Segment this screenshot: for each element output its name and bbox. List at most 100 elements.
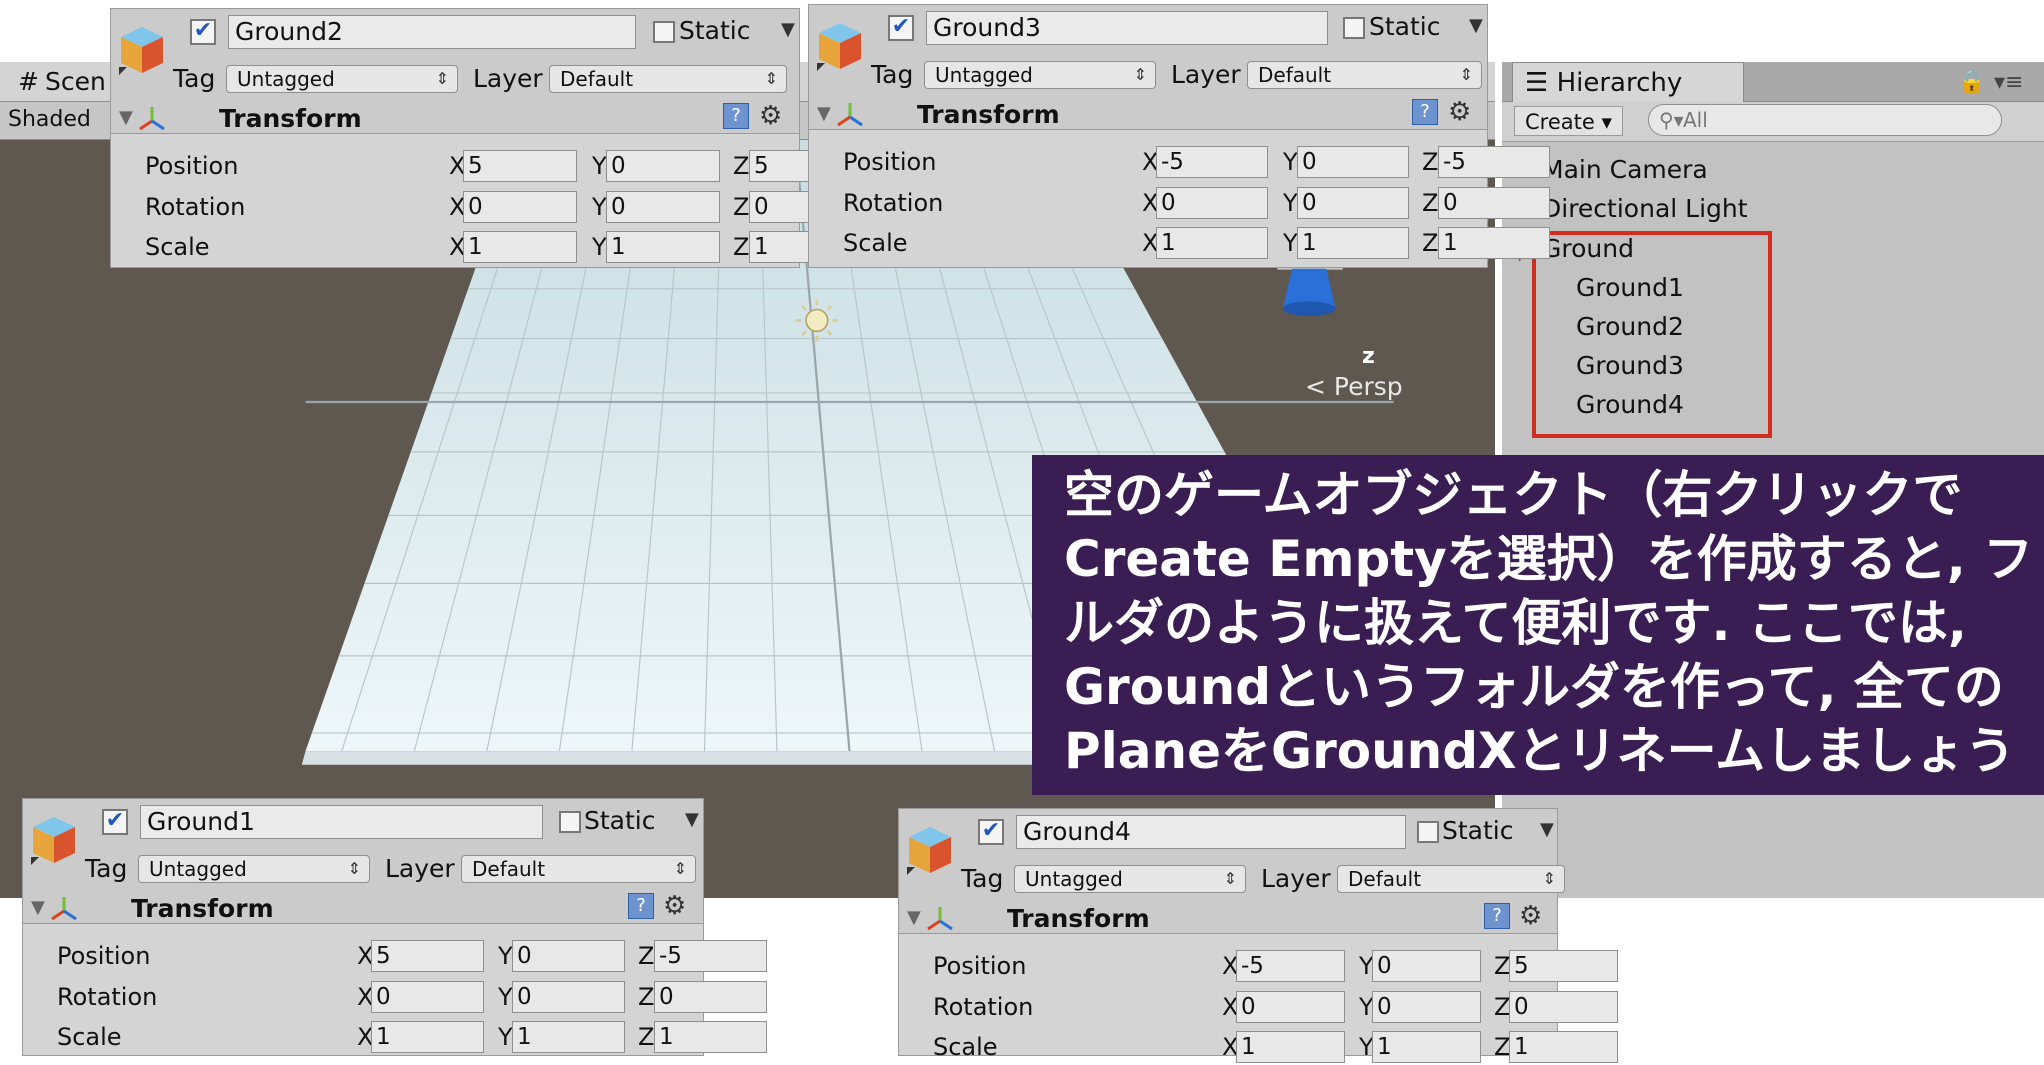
transform-header[interactable]: ▼ Transform ? ⚙ xyxy=(111,101,799,137)
rotation-label: Rotation xyxy=(843,189,944,217)
rotation-y-field[interactable]: 0 xyxy=(606,191,720,223)
collapse-arrow-icon[interactable]: ▼ xyxy=(907,907,921,928)
object-name-field[interactable]: Ground4 xyxy=(1016,815,1406,849)
help-icon[interactable]: ? xyxy=(723,103,749,129)
panel-menu-icon[interactable]: ▾≡ xyxy=(1994,70,2023,95)
gear-icon[interactable]: ⚙ xyxy=(1448,97,1471,127)
collapse-arrow-icon[interactable]: ▼ xyxy=(817,103,831,124)
tag-dropdown[interactable]: Untagged ⇕ xyxy=(1014,865,1246,893)
position-y-field[interactable]: 0 xyxy=(1297,146,1409,178)
position-z-field[interactable]: -5 xyxy=(654,940,767,972)
position-y-field[interactable]: 0 xyxy=(512,940,625,972)
scale-z-field[interactable]: 1 xyxy=(1509,1031,1618,1063)
scale-x-field[interactable]: 1 xyxy=(1236,1031,1345,1063)
position-y-field[interactable]: 0 xyxy=(1372,950,1481,982)
static-checkbox[interactable] xyxy=(1417,821,1439,843)
rotation-y-field[interactable]: 0 xyxy=(1372,991,1481,1023)
object-name-field[interactable]: Ground3 xyxy=(926,11,1328,45)
hierarchy-item-directional-light[interactable]: Directional Light xyxy=(1542,194,1748,223)
tag-value: Untagged xyxy=(237,67,335,91)
tag-dropdown[interactable]: Untagged ⇕ xyxy=(226,65,458,93)
scale-z-field[interactable]: 1 xyxy=(654,1021,767,1053)
rotation-x-field[interactable]: 0 xyxy=(371,981,484,1013)
create-button[interactable]: Create ▾ xyxy=(1514,106,1624,136)
dropdown-arrow-icon: ▾ xyxy=(1601,110,1613,134)
position-z-field[interactable]: -5 xyxy=(1438,146,1550,178)
y-axis-label: Y xyxy=(1283,189,1298,217)
static-dropdown-icon[interactable]: ▼ xyxy=(781,19,795,40)
transform-header[interactable]: ▼ Transform ? ⚙ xyxy=(809,97,1487,133)
hierarchy-item-main-camera[interactable]: Main Camera xyxy=(1542,155,1708,184)
tab-hierarchy[interactable]: ☰ Hierarchy xyxy=(1512,62,1744,102)
object-name-field[interactable]: Ground1 xyxy=(140,805,543,839)
scale-z-field[interactable]: 1 xyxy=(1438,227,1550,259)
transform-rotation-row: Rotation X 0 Y 0 Z 0 xyxy=(809,187,1550,221)
rotation-z-field[interactable]: 0 xyxy=(654,981,767,1013)
rotation-x-field[interactable]: 0 xyxy=(1156,187,1268,219)
help-icon[interactable]: ? xyxy=(1484,903,1510,929)
position-z-field[interactable]: 5 xyxy=(1509,950,1618,982)
rotation-z-field[interactable]: 0 xyxy=(1438,187,1550,219)
static-checkbox[interactable] xyxy=(653,21,675,43)
caption-line: Groundというフォルダを作って, 全ての xyxy=(1064,658,2004,716)
collapse-arrow-icon[interactable]: ▼ xyxy=(119,107,133,128)
static-checkbox[interactable] xyxy=(1343,17,1365,39)
rotation-x-field[interactable]: 0 xyxy=(1236,991,1345,1023)
position-x-field[interactable]: 5 xyxy=(371,940,484,972)
rotation-y-field[interactable]: 0 xyxy=(1297,187,1409,219)
gear-icon[interactable]: ⚙ xyxy=(759,101,782,131)
scale-x-field[interactable]: 1 xyxy=(463,231,577,263)
static-dropdown-icon[interactable]: ▼ xyxy=(1540,819,1554,840)
z-axis-label: Z xyxy=(1494,1033,1511,1061)
transform-header[interactable]: ▼ Transform ? ⚙ xyxy=(899,901,1557,937)
position-y-field[interactable]: 0 xyxy=(606,150,720,182)
position-x-field[interactable]: -5 xyxy=(1156,146,1268,178)
scale-x-field[interactable]: 1 xyxy=(371,1021,484,1053)
active-checkbox[interactable]: ✔ xyxy=(888,15,914,41)
object-name-value: Ground3 xyxy=(933,13,1041,42)
tab-scene[interactable]: # Scen xyxy=(10,62,106,102)
layer-dropdown[interactable]: Default ⇕ xyxy=(1247,61,1482,89)
active-checkbox[interactable]: ✔ xyxy=(102,809,128,835)
projection-toggle[interactable]: < Persp xyxy=(1305,372,1403,401)
scale-label: Scale xyxy=(933,1033,998,1061)
layer-dropdown[interactable]: Default ⇕ xyxy=(1337,865,1565,893)
y-axis-label: Y xyxy=(1283,229,1298,257)
hierarchy-search-input[interactable]: ⚲▾ All xyxy=(1648,104,2002,136)
active-checkbox[interactable]: ✔ xyxy=(978,819,1004,845)
grid-icon: # xyxy=(18,67,39,96)
transform-header[interactable]: ▼ Transform ? ⚙ xyxy=(23,891,703,927)
position-x-field[interactable]: 5 xyxy=(463,150,577,182)
scale-label: Scale xyxy=(145,233,210,261)
help-icon[interactable]: ? xyxy=(628,893,654,919)
scale-y-field[interactable]: 1 xyxy=(606,231,720,263)
scale-x-field[interactable]: 1 xyxy=(1156,227,1268,259)
layer-dropdown[interactable]: Default ⇕ xyxy=(461,855,696,883)
scale-y-field[interactable]: 1 xyxy=(512,1021,625,1053)
create-label: Create xyxy=(1525,110,1595,134)
transform-scale-row: Scale X 1 Y 1 Z 1 xyxy=(23,1021,767,1055)
collapse-arrow-icon[interactable]: ▼ xyxy=(31,897,45,918)
rotation-y-field[interactable]: 0 xyxy=(512,981,625,1013)
gear-icon[interactable]: ⚙ xyxy=(1519,901,1542,931)
tag-dropdown[interactable]: Untagged ⇕ xyxy=(138,855,370,883)
static-dropdown-icon[interactable]: ▼ xyxy=(1469,15,1483,36)
tag-dropdown[interactable]: Untagged ⇕ xyxy=(924,61,1156,89)
transform-title: Transform xyxy=(131,894,274,923)
layer-label: Layer xyxy=(1171,60,1241,89)
render-mode-dropdown[interactable]: Shaded xyxy=(8,104,91,136)
rotation-z-field[interactable]: 0 xyxy=(1509,991,1618,1023)
position-x-field[interactable]: -5 xyxy=(1236,950,1345,982)
scale-y-field[interactable]: 1 xyxy=(1297,227,1409,259)
layer-dropdown[interactable]: Default ⇕ xyxy=(549,65,787,93)
gear-icon[interactable]: ⚙ xyxy=(663,891,686,921)
rotation-x-field[interactable]: 0 xyxy=(463,191,577,223)
active-checkbox[interactable]: ✔ xyxy=(190,19,216,45)
lock-icon[interactable]: 🔒 xyxy=(1958,70,1985,95)
static-checkbox[interactable] xyxy=(559,811,581,833)
scale-y-field[interactable]: 1 xyxy=(1372,1031,1481,1063)
help-icon[interactable]: ? xyxy=(1412,99,1438,125)
static-dropdown-icon[interactable]: ▼ xyxy=(685,809,699,830)
object-name-field[interactable]: Ground2 xyxy=(228,15,636,49)
tag-label: Tag xyxy=(871,60,914,89)
